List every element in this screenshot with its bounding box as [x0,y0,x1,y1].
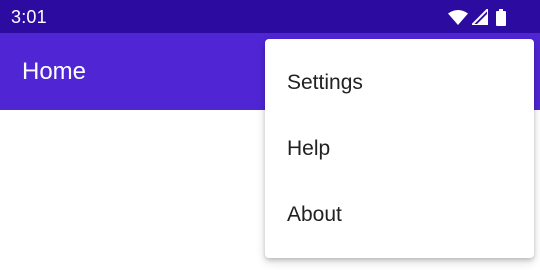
app-title: Home [22,58,87,85]
signal-icon [469,6,489,26]
status-icons [448,6,506,26]
overflow-menu: Settings Help About [265,39,534,258]
status-bar: 3:01 [0,0,540,33]
status-time: 3:01 [11,7,47,27]
menu-item-help[interactable]: Help [265,116,534,182]
screen: 3:01 Home Settings Help About [0,0,540,270]
battery-icon [496,8,506,26]
menu-item-settings[interactable]: Settings [265,50,534,116]
menu-item-about[interactable]: About [265,182,534,248]
wifi-icon [448,9,468,25]
